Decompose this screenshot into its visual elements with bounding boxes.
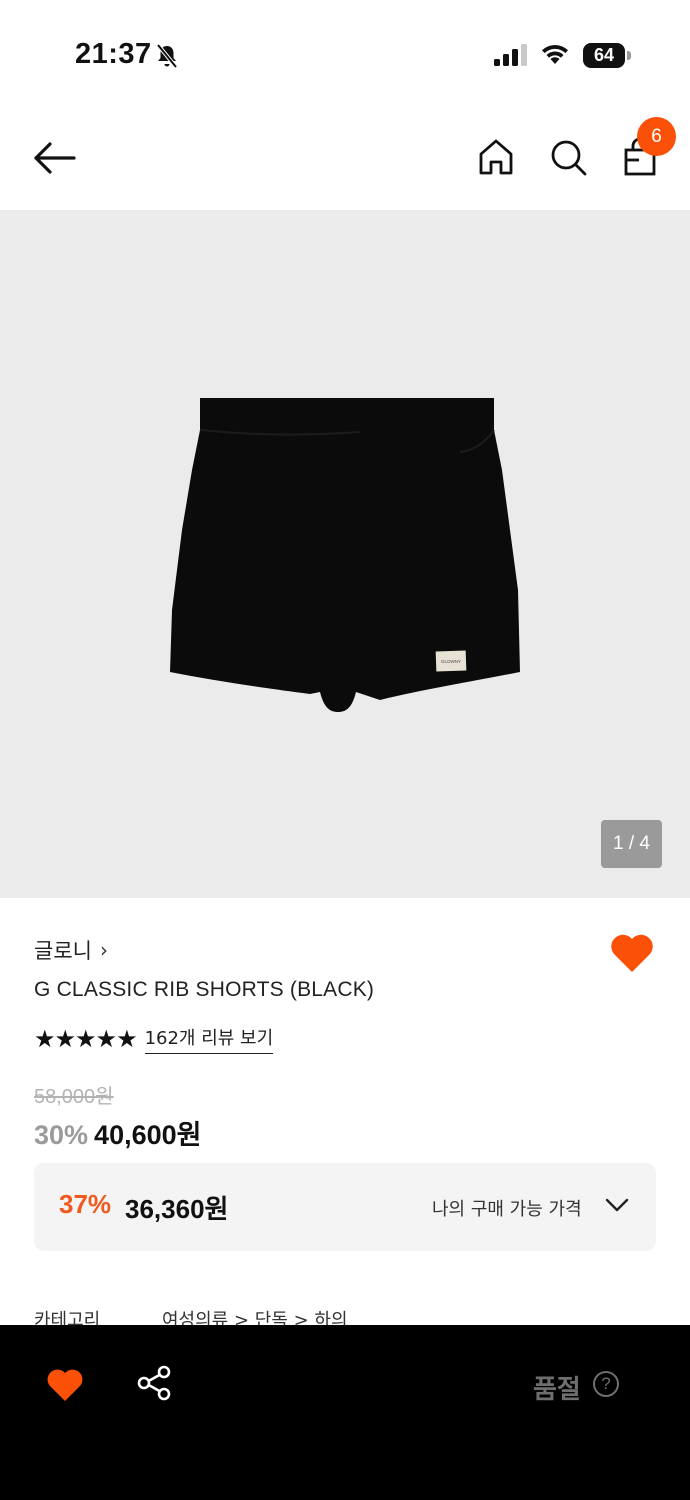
search-icon[interactable] [548, 136, 588, 178]
discount-rate: 30% [34, 1120, 89, 1150]
my-price-label: 나의 구매 가능 가격 [432, 1199, 582, 1220]
my-price-dropdown[interactable]: 37% 36,360원 나의 구매 가능 가격 [34, 1163, 656, 1251]
rating-stars: ★★★★★ [34, 1025, 138, 1053]
soldout-label: 품절 [533, 1375, 581, 1405]
review-link[interactable]: 162개 리뷰 보기 [144, 1024, 274, 1054]
home-icon[interactable] [476, 136, 516, 178]
my-discount-rate: 37% [59, 1189, 112, 1219]
bottom-action-bar: 품절 ? [0, 1325, 690, 1500]
product-photo: GLOWNY [170, 398, 520, 712]
rating-row: ★★★★★ 162개 리뷰 보기 [34, 1024, 274, 1054]
share-icon[interactable] [136, 1365, 172, 1401]
product-image-carousel[interactable]: GLOWNY 1 / 4 [0, 210, 690, 898]
back-arrow-icon[interactable] [30, 138, 80, 178]
chevron-down-icon [605, 1198, 629, 1212]
original-price: 58,000원 [34, 1086, 114, 1108]
bell-off-icon [156, 43, 178, 69]
cellular-signal-icon [494, 44, 527, 66]
status-time: 21:37 [75, 38, 152, 70]
battery-cap [627, 51, 631, 60]
status-bar: 21:37 64 [0, 0, 690, 100]
battery-icon: 64 [583, 43, 625, 68]
price-row: 30% 40,600원 [34, 1113, 201, 1152]
top-nav [0, 100, 690, 210]
chevron-right-icon: › [99, 938, 108, 962]
sale-price: 40,600원 [94, 1120, 202, 1150]
help-icon[interactable]: ? [593, 1371, 619, 1397]
my-price: 36,360원 [125, 1194, 229, 1224]
battery-level: 64 [593, 45, 615, 65]
heart-icon[interactable] [46, 1367, 84, 1403]
cart-count-badge: 6 [637, 117, 676, 156]
wifi-icon [542, 44, 568, 64]
product-name: G CLASSIC RIB SHORTS (BLACK) [34, 978, 375, 1001]
brand-name: 글로니 [34, 939, 92, 963]
garment-label-text: GLOWNY [441, 659, 461, 664]
heart-icon[interactable] [609, 932, 655, 974]
image-counter: 1 / 4 [601, 820, 662, 868]
brand-link[interactable]: 글로니 › [34, 935, 108, 965]
